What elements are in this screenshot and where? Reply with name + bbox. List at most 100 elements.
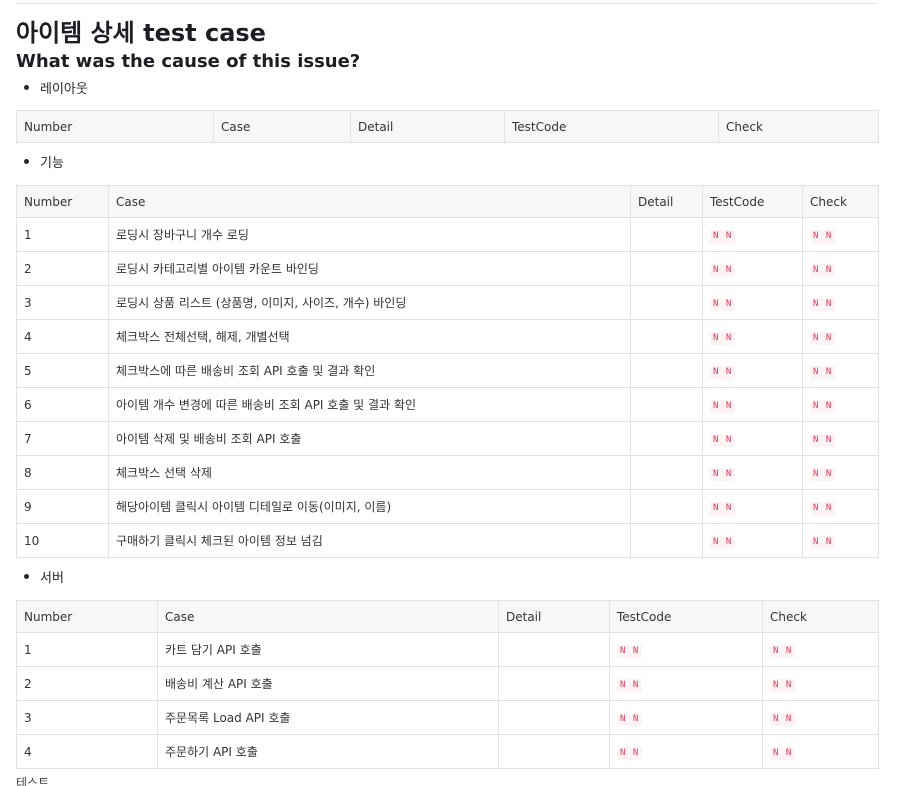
- cell-detail: [498, 632, 610, 667]
- check-badge: N N: [810, 467, 836, 481]
- check-badge: N N: [810, 433, 836, 447]
- cell-case: 해당아이템 클릭시 아이템 디테일로 이동(이미지, 이름): [108, 489, 631, 524]
- cell-detail: [630, 455, 703, 490]
- cell-testcode: N N: [702, 353, 803, 388]
- testcode-badge: N N: [617, 746, 643, 760]
- header-case: Case: [157, 600, 499, 633]
- cell-testcode: N N: [702, 251, 803, 286]
- layout-table: Number Case Detail TestCode Check: [16, 110, 879, 143]
- cell-testcode: N N: [609, 700, 763, 735]
- testcode-badge: N N: [710, 263, 736, 277]
- server-table: Number Case Detail TestCode Check 1 카트 담기…: [16, 600, 879, 769]
- cell-check: N N: [802, 523, 879, 558]
- testcode-badge: N N: [617, 644, 643, 658]
- cell-detail: [498, 734, 610, 769]
- section-label-text: 기능: [40, 156, 64, 171]
- table-row: 4 체크박스 전체선택, 해제, 개별선택 N N N N: [16, 319, 879, 354]
- cell-number: 2: [16, 251, 109, 286]
- cell-testcode: N N: [702, 455, 803, 490]
- testcode-badge: N N: [710, 365, 736, 379]
- cell-check: N N: [802, 319, 879, 354]
- cell-number: 2: [16, 666, 158, 701]
- cell-check: N N: [762, 700, 879, 735]
- table-row: 3 주문목록 Load API 호출 N N N N: [16, 700, 879, 735]
- header-number: Number: [16, 185, 109, 218]
- cell-number: 3: [16, 700, 158, 735]
- cell-case: 구매하기 클릭시 체크된 아이템 정보 넘김: [108, 523, 631, 558]
- header-detail: Detail: [630, 185, 703, 218]
- cell-number: 8: [16, 455, 109, 490]
- header-testcode: TestCode: [504, 110, 719, 143]
- cell-testcode: N N: [609, 666, 763, 701]
- table-row: 2 배송비 계산 API 호출 N N N N: [16, 666, 879, 701]
- section-label-text: 서버: [40, 571, 64, 586]
- header-number: Number: [16, 600, 158, 633]
- header-testcode: TestCode: [702, 185, 803, 218]
- cell-testcode: N N: [702, 285, 803, 320]
- testcode-badge: N N: [710, 297, 736, 311]
- cell-check: N N: [802, 285, 879, 320]
- check-badge: N N: [770, 678, 796, 692]
- check-badge: N N: [810, 535, 836, 549]
- header-check: Check: [718, 110, 879, 143]
- cell-detail: [630, 217, 703, 252]
- check-badge: N N: [810, 399, 836, 413]
- cell-detail: [498, 700, 610, 735]
- cell-testcode: N N: [702, 523, 803, 558]
- cell-case: 주문하기 API 호출: [157, 734, 499, 769]
- check-badge: N N: [770, 644, 796, 658]
- testcode-badge: N N: [710, 501, 736, 515]
- table-row: 9 해당아이템 클릭시 아이템 디테일로 이동(이미지, 이름) N N N N: [16, 489, 879, 524]
- cell-number: 4: [16, 319, 109, 354]
- check-badge: N N: [770, 712, 796, 726]
- cell-number: 9: [16, 489, 109, 524]
- cell-check: N N: [802, 353, 879, 388]
- next-section-text: 테스트: [16, 776, 50, 786]
- table-row: 2 로딩시 카테고리별 아이템 카운트 바인딩 N N N N: [16, 251, 879, 286]
- cell-number: 4: [16, 734, 158, 769]
- header-testcode: TestCode: [609, 600, 763, 633]
- cell-testcode: N N: [702, 489, 803, 524]
- cell-check: N N: [802, 387, 879, 422]
- cell-check: N N: [802, 489, 879, 524]
- testcode-badge: N N: [710, 535, 736, 549]
- cell-number: 3: [16, 285, 109, 320]
- cell-testcode: N N: [609, 734, 763, 769]
- cell-testcode: N N: [609, 632, 763, 667]
- testcode-badge: N N: [710, 331, 736, 345]
- header-detail: Detail: [498, 600, 610, 633]
- bullet-dot-icon: [24, 85, 29, 90]
- testcode-badge: N N: [710, 467, 736, 481]
- cell-detail: [630, 421, 703, 456]
- page-title: 아이템 상세 test case: [16, 19, 266, 47]
- cell-case: 체크박스 전체선택, 해제, 개별선택: [108, 319, 631, 354]
- table-row: 1 로딩시 장바구니 개수 로딩 N N N N: [16, 217, 879, 252]
- cell-check: N N: [762, 666, 879, 701]
- section-label-layout: 레이아웃: [24, 81, 88, 99]
- header-case: Case: [108, 185, 631, 218]
- page: 아이템 상세 test case What was the cause of t…: [0, 0, 903, 786]
- cell-number: 5: [16, 353, 109, 388]
- bullet-dot-icon: [24, 574, 29, 579]
- cell-case: 체크박스에 따른 배송비 조회 API 호출 및 결과 확인: [108, 353, 631, 388]
- page-subtitle: What was the cause of this issue?: [16, 51, 361, 72]
- table-row: 10 구매하기 클릭시 체크된 아이템 정보 넘김 N N N N: [16, 523, 879, 558]
- check-badge: N N: [810, 297, 836, 311]
- section-label-feature: 기능: [24, 155, 64, 173]
- testcode-badge: N N: [617, 712, 643, 726]
- cell-case: 로딩시 장바구니 개수 로딩: [108, 217, 631, 252]
- header-number: Number: [16, 110, 214, 143]
- header-detail: Detail: [350, 110, 505, 143]
- cell-number: 7: [16, 421, 109, 456]
- table-row: 5 체크박스에 따른 배송비 조회 API 호출 및 결과 확인 N N N N: [16, 353, 879, 388]
- table-row: 7 아이템 삭제 및 배송비 조회 API 호출 N N N N: [16, 421, 879, 456]
- header-case: Case: [213, 110, 351, 143]
- cell-check: N N: [802, 217, 879, 252]
- cell-testcode: N N: [702, 387, 803, 422]
- header-check: Check: [802, 185, 879, 218]
- cell-check: N N: [802, 455, 879, 490]
- cell-detail: [630, 353, 703, 388]
- table-row: 8 체크박스 선택 삭제 N N N N: [16, 455, 879, 490]
- table-header-row: Number Case Detail TestCode Check: [16, 185, 879, 218]
- cell-check: N N: [762, 734, 879, 769]
